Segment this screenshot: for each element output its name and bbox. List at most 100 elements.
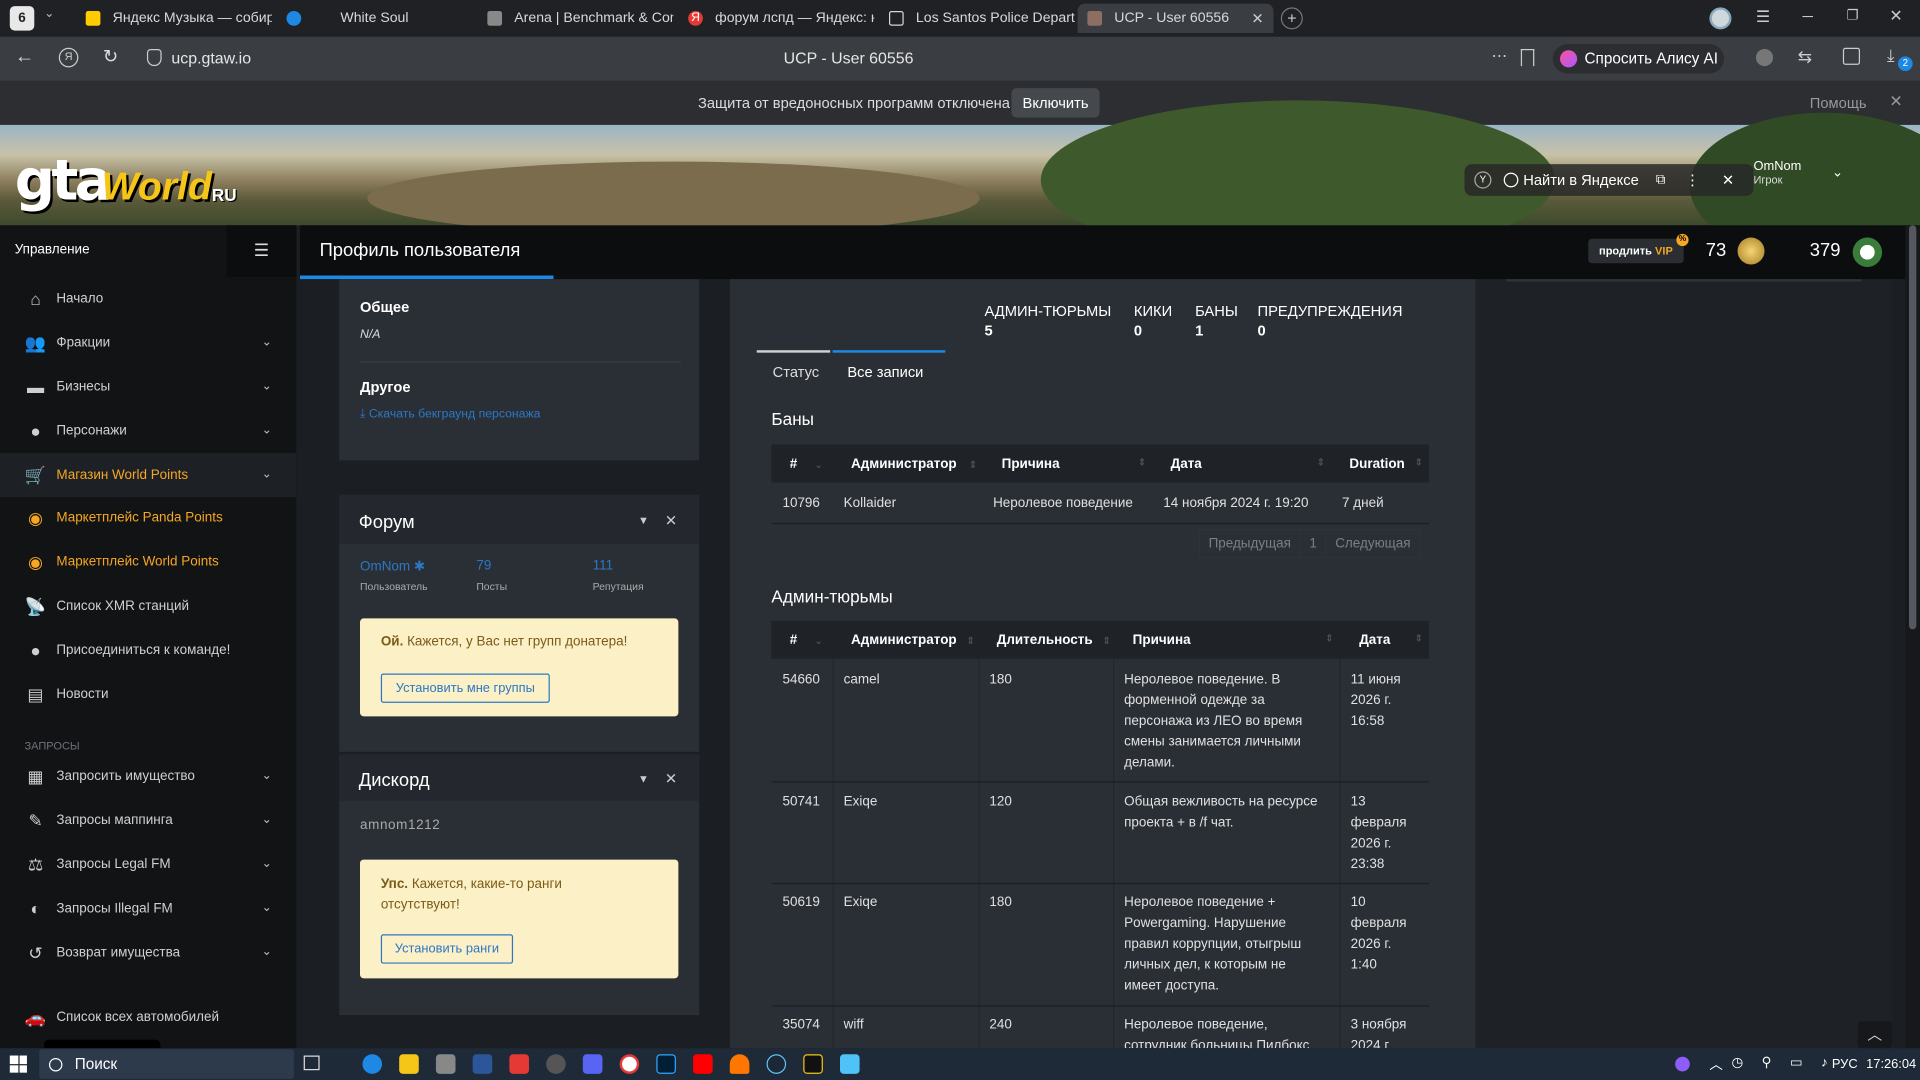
vip-extend-button[interactable]: продлить VIP %: [1588, 233, 1689, 264]
user-menu[interactable]: OmNom Игрок ⌄: [1753, 159, 1851, 193]
tab-status[interactable]: Статус: [773, 364, 819, 381]
bookmark-icon[interactable]: [1520, 48, 1535, 67]
bans-col-date[interactable]: Дата ⇕: [1171, 457, 1325, 472]
new-tab-icon[interactable]: +: [1280, 7, 1303, 30]
jails-col-reason[interactable]: Причина ⇕: [1133, 633, 1334, 648]
more-vert-icon[interactable]: ⋮: [1685, 171, 1700, 188]
profile-icon[interactable]: [1709, 7, 1732, 30]
sidebar-toggle-icon[interactable]: ☰: [226, 225, 297, 277]
set-ranks-button[interactable]: Установить ранги: [380, 934, 514, 964]
sidebar-item-world-points-shop[interactable]: 🛒 Магазин World Points ⌄: [0, 453, 297, 498]
collapse-icon[interactable]: ▼: [638, 773, 649, 785]
collections-icon[interactable]: [1842, 47, 1861, 65]
tab-list-chevron-icon[interactable]: ⌄: [44, 7, 54, 20]
close-window-icon[interactable]: ✕: [1889, 6, 1902, 26]
word-icon[interactable]: [472, 1054, 493, 1074]
menu-icon[interactable]: ☰: [1756, 7, 1770, 27]
sidebar-item-mapping-requests[interactable]: ✎ Запросы маппинга ⌄: [0, 798, 296, 842]
forum-user-link[interactable]: OmNom ✱: [360, 558, 425, 575]
soundcloud-icon[interactable]: [729, 1054, 750, 1074]
enable-protection-button[interactable]: Включить: [1011, 88, 1100, 118]
tray-chevron-up-icon[interactable]: ︿: [1709, 1054, 1722, 1074]
sidebar-item-legal-fm[interactable]: ⚖ Запросы Legal FM ⌄: [0, 842, 296, 886]
sidebar-item-request-property[interactable]: ▦ Запросить имущество ⌄: [0, 754, 296, 798]
jails-col-admin[interactable]: Администратор ⇕: [851, 633, 975, 648]
taskbar-search[interactable]: Поиск: [39, 1049, 294, 1079]
clock[interactable]: 17:26:04: [1866, 1057, 1916, 1072]
sidebar-item-businesses[interactable]: ▬ Бизнесы ⌄: [0, 365, 296, 409]
folder-icon[interactable]: [399, 1054, 419, 1074]
url-field[interactable]: ucp.gtaw.io: [171, 49, 251, 67]
close-card-icon[interactable]: ✕: [665, 770, 677, 787]
browser-tab[interactable]: Яндекс Музыка — собирае: [76, 4, 272, 33]
language-indicator[interactable]: РУС: [1832, 1057, 1858, 1072]
jails-col-duration[interactable]: Длительность ⇕: [997, 633, 1111, 648]
download-background-link[interactable]: ⤓ Скачать бекграунд персонажа: [360, 408, 540, 421]
browser-tab[interactable]: Arena | Benchmark & Com: [478, 4, 673, 33]
sidebar-item-property-return[interactable]: ↺ Возврат имущества ⌄: [0, 931, 296, 975]
gta-world-logo[interactable]: gta World RU: [15, 137, 237, 210]
jails-col-id[interactable]: # ⌄: [790, 633, 823, 648]
pagination-prev[interactable]: Предыдущая: [1198, 528, 1301, 559]
steam-icon[interactable]: [766, 1054, 787, 1074]
scrollbar-thumb[interactable]: [1908, 225, 1917, 630]
app-icon[interactable]: [803, 1054, 823, 1074]
edge-icon[interactable]: [362, 1054, 383, 1074]
sidebar-item-factions[interactable]: 👥 Фракции ⌄: [0, 321, 296, 365]
browser-tab[interactable]: White Soul: [277, 4, 473, 33]
copy-icon[interactable]: ⧉: [1656, 172, 1666, 188]
app-icon[interactable]: [509, 1054, 529, 1074]
discord-icon[interactable]: [582, 1054, 603, 1074]
sidebar-item-panda-marketplace[interactable]: ◉ Маркетплейс Panda Points: [0, 496, 296, 540]
downloads-icon[interactable]: ⤓: [1887, 45, 1895, 66]
extension-icon[interactable]: [1755, 48, 1774, 67]
pagination-next[interactable]: Следующая: [1326, 528, 1421, 559]
bans-col-duration[interactable]: Duration ⇕: [1349, 457, 1422, 472]
sidebar-item-characters[interactable]: ● Персонажи ⌄: [0, 409, 296, 453]
yandex-home-icon[interactable]: Я: [58, 47, 79, 68]
tray-icons[interactable]: ◷ ⚲ ▭ ♪: [1731, 1054, 1835, 1071]
help-link[interactable]: Помощь: [1810, 94, 1867, 111]
sidebar-item-xmr-stations[interactable]: 📡 Список XMR станций: [0, 584, 296, 628]
back-icon[interactable]: ←: [15, 47, 35, 69]
bans-col-reason[interactable]: Причина ⇕: [1002, 457, 1146, 472]
sidebar-item-all-vehicles[interactable]: 🚗 Список всех автомобилей: [0, 996, 296, 1040]
tab-all-records[interactable]: Все записи: [847, 364, 923, 381]
set-groups-button[interactable]: Установить мне группы: [380, 673, 550, 703]
bans-col-id[interactable]: # ⌄: [790, 457, 823, 472]
tray-app-icon[interactable]: [1675, 1056, 1690, 1072]
minimize-icon[interactable]: ─: [1802, 7, 1812, 24]
sidebar-item-home[interactable]: ⌂ Начало: [0, 277, 296, 321]
collapse-icon[interactable]: ▼: [638, 514, 649, 526]
scroll-to-top-button[interactable]: ︿: [1857, 1021, 1892, 1049]
yandex-browser-icon[interactable]: [619, 1054, 640, 1074]
windows-start-icon[interactable]: [9, 1055, 27, 1073]
forum-posts[interactable]: 79: [476, 558, 491, 573]
app-icon[interactable]: [840, 1054, 860, 1074]
close-popup-icon[interactable]: ✕: [1722, 171, 1734, 188]
close-tab-icon[interactable]: ✕: [1251, 10, 1263, 27]
close-notice-icon[interactable]: ✕: [1889, 92, 1902, 112]
browser-tab[interactable]: Los Santos Police Departm: [879, 4, 1075, 33]
close-card-icon[interactable]: ✕: [665, 512, 677, 529]
youtube-icon[interactable]: [693, 1054, 713, 1074]
sidebar-item-join-team[interactable]: ● Присоединиться к команде!: [0, 628, 296, 672]
translate-icon[interactable]: ⇆: [1798, 47, 1812, 68]
app-icon[interactable]: [435, 1054, 456, 1074]
browser-tab[interactable]: Яфорум лспд — Яндекс: на: [678, 4, 874, 33]
sidebar-item-illegal-fm[interactable]: ◐ Запросы Illegal FM ⌄: [0, 887, 296, 931]
sidebar-item-world-marketplace[interactable]: ◉ Маркетплейс World Points: [0, 540, 296, 584]
alice-button[interactable]: Спросить Алису AI: [1552, 44, 1725, 74]
forum-rep[interactable]: 111: [593, 558, 613, 573]
app-icon[interactable]: [546, 1054, 566, 1074]
photoshop-icon[interactable]: [656, 1054, 676, 1074]
pagination-page[interactable]: 1: [1300, 528, 1327, 559]
more-icon[interactable]: ⋯: [1491, 47, 1507, 67]
jails-col-date[interactable]: Дата ⇕: [1359, 633, 1423, 648]
browser-tab-active[interactable]: UCP - User 60556 ✕: [1077, 3, 1274, 34]
bans-col-admin[interactable]: Администратор ⇕: [851, 457, 977, 472]
maximize-icon[interactable]: ❐: [1847, 7, 1859, 24]
page-scrollbar[interactable]: [1905, 225, 1920, 1049]
reload-icon[interactable]: ↻: [103, 45, 118, 68]
yandex-search-button[interactable]: Найти в Яндексе: [1503, 171, 1639, 189]
